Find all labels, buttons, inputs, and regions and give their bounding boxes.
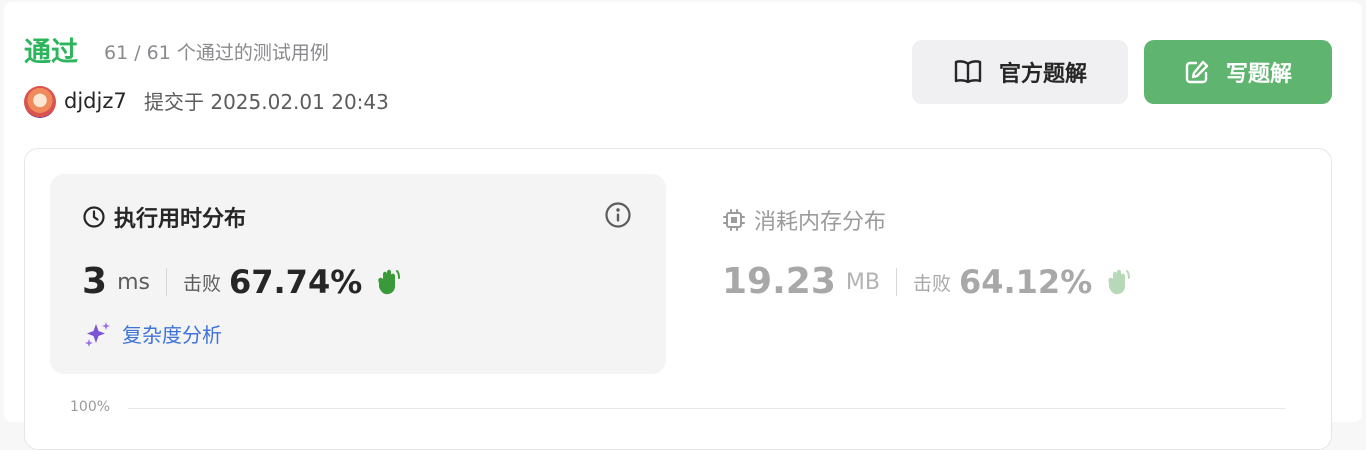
edit-icon (1185, 60, 1209, 84)
memory-metric: 19.23 MB 击败 64.12% (722, 258, 1132, 306)
official-solution-label: 官方题解 (998, 62, 1087, 87)
runtime-title-label: 执行用时分布 (114, 207, 247, 232)
chart-gridline (128, 408, 1286, 409)
submission-status: 通过 (24, 37, 78, 68)
write-solution-label: 写题解 (1225, 62, 1292, 87)
runtime-beat-label: 击败 (182, 272, 221, 295)
runtime-unit: ms (117, 269, 150, 295)
memory-title-label: 消耗内存分布 (754, 210, 887, 235)
clock-icon (83, 206, 105, 228)
chip-icon (723, 209, 745, 231)
avatar[interactable] (24, 86, 56, 118)
username[interactable]: djdjz7 (64, 86, 127, 116)
submitted-time: 提交于 2025.02.01 20:43 (144, 90, 389, 114)
book-open-icon (954, 60, 982, 84)
runtime-title: 执行用时分布 (82, 201, 246, 233)
testcase-count: 61 / 61 个通过的测试用例 (104, 42, 329, 64)
waving-hand-icon (1108, 269, 1131, 295)
runtime-metric: 3 ms 击败 67.74% (82, 258, 402, 306)
info-icon[interactable] (604, 201, 632, 233)
complexity-analysis-link[interactable]: 复杂度分析 (84, 319, 222, 348)
divider (165, 268, 167, 296)
official-solution-button[interactable]: 官方题解 (912, 40, 1128, 104)
memory-beat-label: 击败 (912, 272, 951, 295)
waving-hand-icon (378, 269, 401, 295)
runtime-beat-percent: 67.74% (228, 263, 363, 301)
chart-y-tick: 100% (70, 399, 111, 415)
runtime-value: 3 (82, 261, 108, 302)
memory-beat-percent: 64.12% (958, 263, 1093, 301)
memory-title[interactable]: 消耗内存分布 (722, 204, 886, 236)
sparkle-icon (85, 321, 110, 347)
memory-value: 19.23 (722, 261, 836, 302)
memory-unit: MB (845, 269, 880, 295)
write-solution-button[interactable]: 写题解 (1144, 40, 1332, 104)
complexity-analysis-label: 复杂度分析 (122, 323, 222, 347)
divider (895, 268, 897, 296)
